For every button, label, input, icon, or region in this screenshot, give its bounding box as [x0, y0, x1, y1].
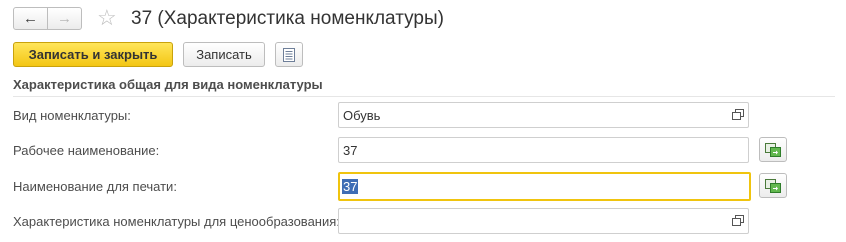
field-label-item-type: Вид номенклатуры:: [13, 108, 131, 123]
print-name-field[interactable]: 37: [338, 172, 751, 201]
navigation-buttons: ← →: [13, 7, 85, 31]
item-type-field[interactable]: Обувь: [338, 102, 749, 128]
page-title: 37 (Характеристика номенклатуры): [131, 8, 444, 29]
item-type-value: Обувь: [343, 107, 381, 123]
print-name-value: 37: [342, 179, 359, 194]
field-label-print-name: Наименование для печати:: [13, 179, 177, 194]
forward-button[interactable]: →: [47, 7, 82, 30]
save-and-close-button[interactable]: Записать и закрыть: [13, 42, 173, 67]
field-label-pricing-characteristic: Характеристика номенклатуры для ценообра…: [13, 214, 340, 229]
translate-icon: [765, 142, 781, 157]
section-divider: [13, 96, 835, 97]
working-name-value: 37: [343, 142, 358, 158]
back-button[interactable]: ←: [13, 7, 48, 30]
pricing-characteristic-field[interactable]: [338, 208, 749, 234]
open-icon[interactable]: [732, 109, 744, 121]
save-button[interactable]: Записать: [183, 42, 265, 67]
print-name-translate-button[interactable]: [759, 173, 787, 198]
arrow-right-icon: →: [57, 10, 72, 27]
more-actions-button[interactable]: [275, 42, 303, 67]
open-icon[interactable]: [732, 215, 744, 227]
list-icon: [283, 47, 295, 62]
field-label-working-name: Рабочее наименование:: [13, 143, 160, 158]
star-icon[interactable]: ☆: [97, 6, 117, 30]
working-name-translate-button[interactable]: [759, 137, 787, 162]
translate-icon: [765, 178, 781, 193]
section-title: Характеристика общая для вида номенклату…: [13, 77, 323, 92]
working-name-field[interactable]: 37: [338, 137, 749, 163]
arrow-left-icon: ←: [23, 10, 38, 27]
